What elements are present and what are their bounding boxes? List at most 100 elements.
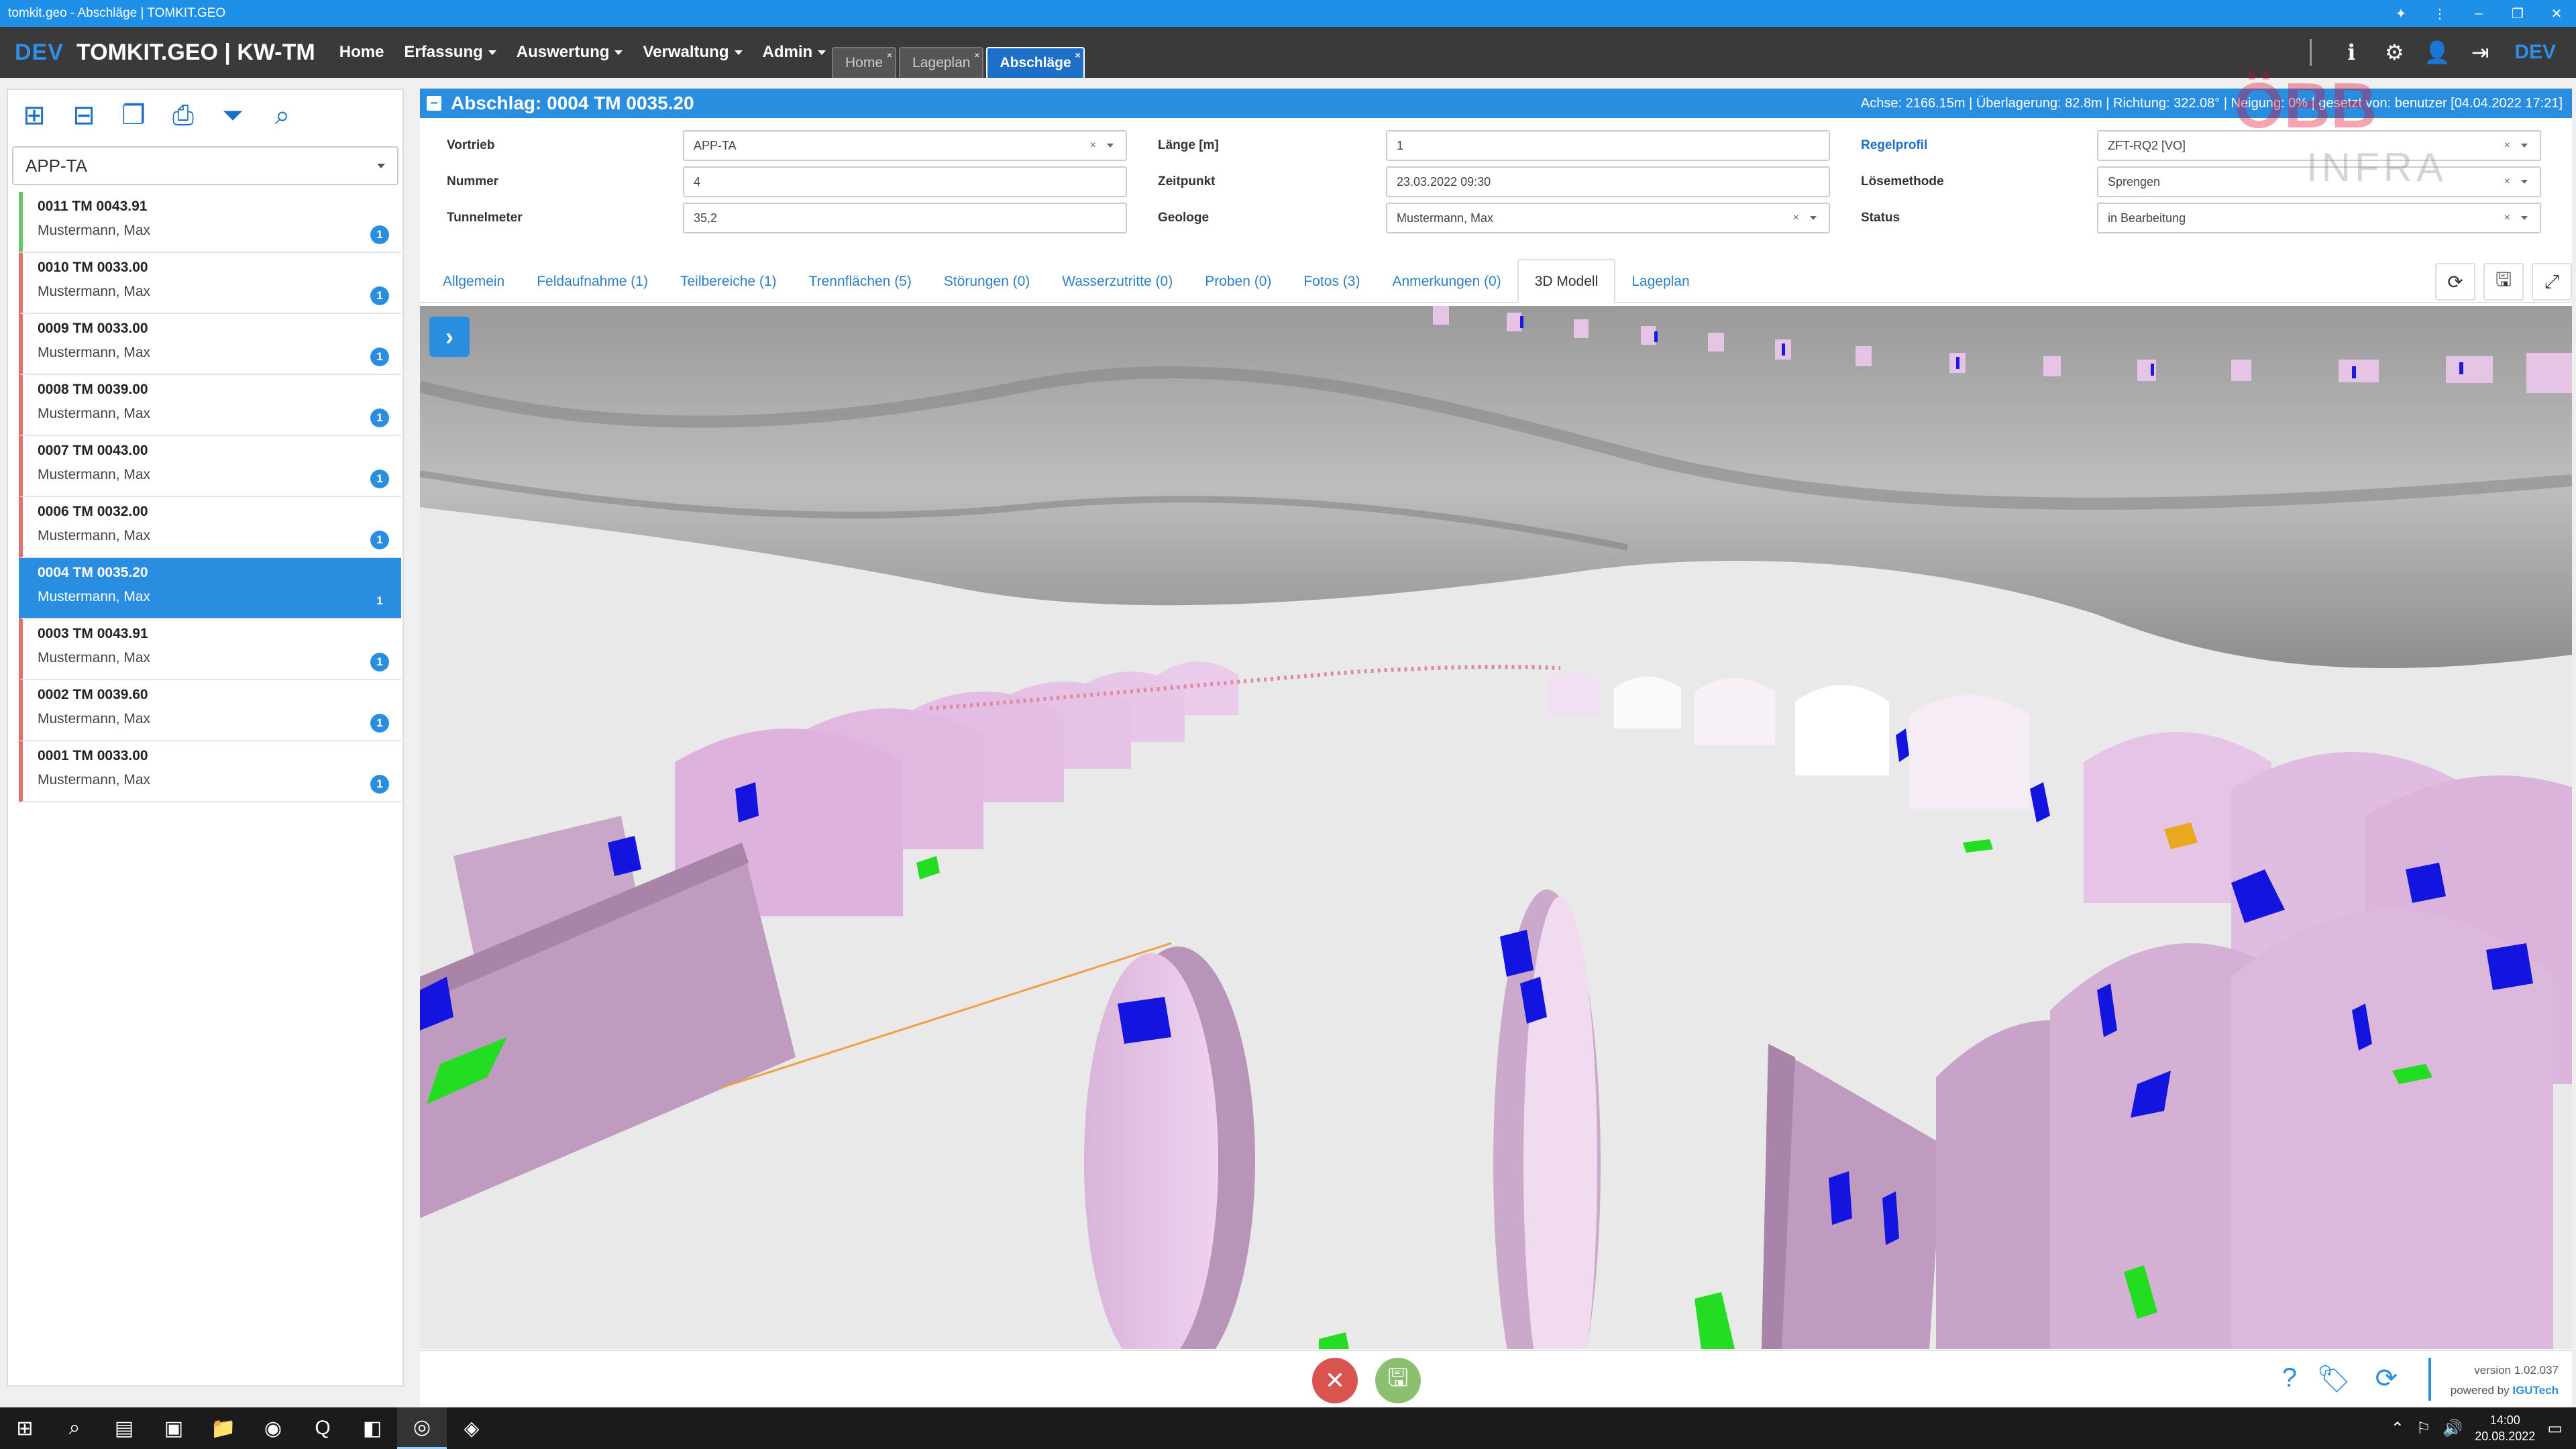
tunnelmeter-value: 35,2 [694, 211, 718, 225]
explorer-icon[interactable]: 📁 [199, 1407, 248, 1449]
list-item[interactable]: 0010 TM 0033.00 Mustermann, Max 1 [19, 253, 401, 314]
collapse-icon[interactable]: − [427, 96, 441, 111]
open-tab-home[interactable]: Home × [832, 47, 897, 78]
cancel-button[interactable]: ✕ [1312, 1358, 1358, 1403]
maximize-icon[interactable]: ❐ [2498, 0, 2537, 27]
list-item[interactable]: 0004 TM 0035.20 Mustermann, Max 1 [19, 558, 401, 619]
tab-trennflächen-5[interactable]: Trennflächen (5) [793, 258, 928, 302]
list-item[interactable]: 0001 TM 0033.00 Mustermann, Max 1 [19, 741, 401, 802]
copy-icon[interactable]: ❐ [118, 100, 149, 131]
clock[interactable]: 14:00 20.08.2022 [2475, 1412, 2535, 1444]
search-icon[interactable]: ⌕ [50, 1407, 99, 1449]
tab-feldaufnahme-1[interactable]: Feldaufnahme (1) [521, 258, 664, 302]
powered-brand[interactable]: IGUTech [2512, 1384, 2559, 1397]
print-icon[interactable]: ⎙ [168, 100, 199, 131]
geologe-label: Geologe [1158, 211, 1210, 225]
close-icon[interactable]: × [1075, 50, 1080, 60]
tab-störungen-0[interactable]: Störungen (0) [928, 258, 1046, 302]
close-icon[interactable]: × [974, 50, 979, 60]
list-item[interactable]: 0002 TM 0039.60 Mustermann, Max 1 [19, 680, 401, 741]
gear-icon[interactable]: ⚙ [2377, 36, 2411, 69]
menu-erfassung[interactable]: Erfassung [404, 43, 496, 62]
app-icon[interactable]: ◧ [347, 1407, 397, 1449]
refresh-icon[interactable]: ⟳ [2435, 263, 2475, 301]
menu-home[interactable]: Home [339, 43, 384, 62]
taskview-icon[interactable]: ▤ [99, 1407, 149, 1449]
add-icon[interactable]: ⊞ [19, 100, 50, 131]
qgis-icon[interactable]: Q [298, 1407, 347, 1449]
tab-lageplan[interactable]: Lageplan [1615, 258, 1705, 302]
clear-icon[interactable]: × [1090, 140, 1096, 152]
fullscreen-icon[interactable]: ⤢ [2532, 263, 2572, 301]
tab-teilbereiche-1[interactable]: Teilbereiche (1) [664, 258, 793, 302]
help-icon[interactable]: ? [2282, 1363, 2297, 1393]
logout-icon[interactable]: ⇥ [2463, 36, 2497, 69]
list-item-title: 0003 TM 0043.91 [38, 626, 148, 641]
close-icon[interactable]: × [887, 50, 892, 60]
3d-model-viewer[interactable]: › [420, 306, 2572, 1349]
search-icon[interactable]: ⌕ [267, 100, 298, 131]
user-icon[interactable]: 👤 [2420, 36, 2454, 69]
filter-icon[interactable]: ⏷ [217, 100, 248, 131]
tab-anmerkungen-0[interactable]: Anmerkungen (0) [1376, 258, 1517, 302]
list-item-subtitle: Mustermann, Max [38, 406, 151, 421]
app-icon[interactable]: ◈ [447, 1407, 496, 1449]
menu-admin[interactable]: Admin [763, 43, 826, 62]
network-icon[interactable]: ⚐ [2416, 1419, 2431, 1438]
list-item[interactable]: 0006 TM 0032.00 Mustermann, Max 1 [19, 497, 401, 558]
laenge-input[interactable]: 1 [1386, 130, 1830, 161]
chevron-up-icon[interactable]: ⌃ [2391, 1419, 2404, 1438]
open-tab-label: Home [845, 55, 883, 70]
list-item[interactable]: 0011 TM 0043.91 Mustermann, Max 1 [19, 192, 401, 253]
close-icon[interactable]: ✕ [2537, 0, 2576, 27]
windows-icon[interactable]: ⊞ [0, 1407, 50, 1449]
tomkit-icon[interactable]: ◎ [397, 1407, 447, 1449]
clear-icon[interactable]: × [2504, 212, 2510, 224]
menu-verwaltung[interactable]: Verwaltung [643, 43, 743, 62]
nummer-input[interactable]: 4 [683, 166, 1127, 197]
clear-icon[interactable]: × [2504, 176, 2510, 188]
zeitpunkt-input[interactable]: 23.03.2022 09:30 [1386, 166, 1830, 197]
save-icon[interactable]: 🖫 [2483, 263, 2524, 301]
list-item[interactable]: 0007 TM 0043.00 Mustermann, Max 1 [19, 436, 401, 497]
list-item[interactable]: 0008 TM 0039.00 Mustermann, Max 1 [19, 375, 401, 436]
tab-allgemein[interactable]: Allgemein [427, 258, 521, 302]
open-tab-lageplan[interactable]: Lageplan × [899, 47, 984, 78]
more-icon[interactable]: ⋮ [2420, 0, 2459, 27]
tags-icon[interactable]: 🏷 [2316, 1363, 2351, 1395]
status-select[interactable]: in Bearbeitung × [2097, 203, 2541, 233]
vortrieb-selector[interactable]: APP-TA [12, 146, 398, 185]
vortrieb-select[interactable]: APP-TA × [683, 130, 1127, 161]
env-label: DEV [15, 39, 64, 65]
tab-wasserzutritte-0[interactable]: Wasserzutritte (0) [1046, 258, 1189, 302]
count-badge: 1 [370, 775, 389, 794]
app-brand[interactable]: TOMKIT.GEO | KW-TM [76, 40, 315, 66]
list-item[interactable]: 0003 TM 0043.91 Mustermann, Max 1 [19, 619, 401, 680]
minimize-icon[interactable]: – [2459, 0, 2498, 27]
clear-icon[interactable]: × [2504, 140, 2510, 152]
tab-3d-modell[interactable]: 3D Modell [1517, 259, 1616, 303]
pin-icon[interactable]: ✦ [2381, 0, 2420, 27]
window-title: tomkit.geo - Abschläge | TOMKIT.GEO [8, 6, 226, 20]
clear-icon[interactable]: × [1793, 212, 1799, 224]
open-tab-abschlaege[interactable]: Abschläge × [986, 47, 1085, 78]
list-item-subtitle: Mustermann, Max [38, 284, 151, 299]
expand-panel-button[interactable]: › [429, 317, 470, 357]
app-icon[interactable]: ▣ [149, 1407, 199, 1449]
sync-icon[interactable]: ⟳ [2375, 1363, 2398, 1394]
volume-icon[interactable]: 🔊 [2443, 1419, 2463, 1438]
menu-auswertung[interactable]: Auswertung [517, 43, 623, 62]
info-icon[interactable]: ℹ [2334, 36, 2368, 69]
tab-fotos-3[interactable]: Fotos (3) [1287, 258, 1376, 302]
list-item[interactable]: 0009 TM 0033.00 Mustermann, Max 1 [19, 314, 401, 375]
detail-tabs: Allgemein Feldaufnahme (1) Teilbereiche (1… [420, 259, 2572, 303]
tunnelmeter-input[interactable]: 35,2 [683, 203, 1127, 233]
chrome-icon[interactable]: ◉ [248, 1407, 298, 1449]
notification-icon[interactable]: ▭ [2547, 1419, 2563, 1438]
list-item-title: 0007 TM 0043.00 [38, 443, 148, 458]
regelprofil-link[interactable]: Regelprofil [1861, 138, 2097, 153]
tab-proben-0[interactable]: Proben (0) [1189, 258, 1287, 302]
geologe-select[interactable]: Mustermann, Max × [1386, 203, 1830, 233]
remove-icon[interactable]: ⊟ [68, 100, 99, 131]
save-button[interactable]: 🖫 [1375, 1358, 1421, 1403]
